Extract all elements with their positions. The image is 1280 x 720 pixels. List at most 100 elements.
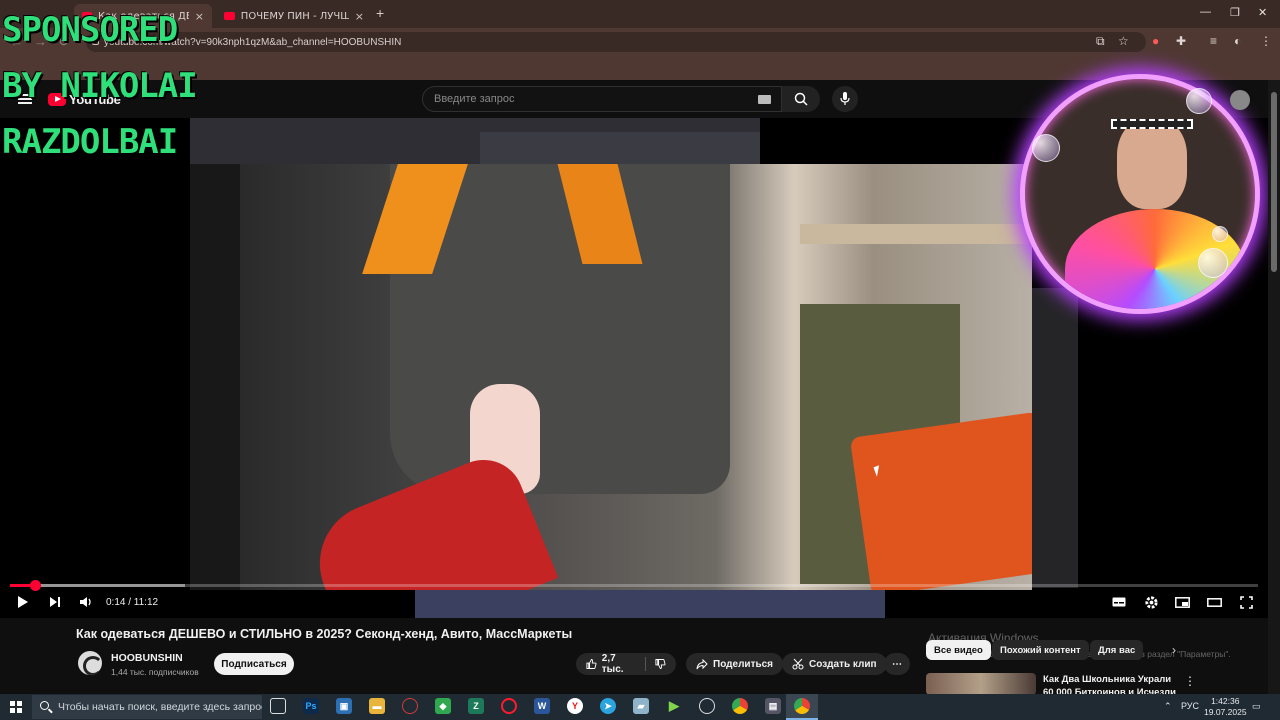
system-clock[interactable]: 1:42:36 19.07.2025: [1204, 696, 1247, 718]
subtitles-icon: [1112, 597, 1126, 607]
thumbs-up-icon[interactable]: [586, 658, 597, 670]
more-options-icon[interactable]: ⋮: [1184, 674, 1196, 688]
taskbar-search-input[interactable]: Чтобы начать поиск, введите здесь запрос: [32, 695, 262, 719]
video-frame: [240, 164, 1032, 590]
share-button[interactable]: Поделиться: [686, 653, 784, 675]
keyboard-icon[interactable]: [758, 95, 771, 104]
extension-icon[interactable]: ●: [1152, 34, 1159, 48]
subtitles-button[interactable]: [1110, 594, 1128, 610]
profile-icon[interactable]: ◐: [1234, 34, 1241, 48]
search-button[interactable]: [782, 86, 820, 112]
more-actions-button[interactable]: ⋯: [884, 653, 910, 675]
yandex-browser-icon[interactable]: Y: [567, 698, 583, 714]
play-button[interactable]: [14, 594, 32, 610]
close-tab-icon[interactable]: ×: [355, 10, 364, 23]
pixelated-blur: [480, 132, 760, 164]
browser-menu-icon[interactable]: ⋮: [1260, 34, 1272, 48]
divider: [645, 657, 647, 671]
like-dislike-group: 2,7 тыс.: [576, 653, 676, 675]
video-content: [849, 411, 1032, 590]
monitor-app-icon[interactable]: ▤: [765, 698, 781, 714]
telegram-icon[interactable]: ➤: [600, 698, 616, 714]
pixelated-blur: [1032, 288, 1078, 588]
next-icon: [50, 597, 60, 607]
new-tab-button[interactable]: +: [376, 5, 384, 21]
gear-icon: [1144, 595, 1158, 609]
app-window-icon[interactable]: ▣: [336, 698, 352, 714]
task-view-icon[interactable]: [270, 698, 286, 714]
chip-for-you[interactable]: Для вас: [1090, 640, 1144, 660]
chip-related[interactable]: Похожий контент: [992, 640, 1089, 660]
youtube-favicon-icon: [224, 12, 235, 20]
chrome-icon[interactable]: [794, 698, 810, 714]
opera-gx-icon[interactable]: [402, 698, 418, 714]
play-icon: [18, 596, 28, 608]
install-app-icon[interactable]: ⧉: [1096, 34, 1105, 49]
bookmark-star-icon[interactable]: ☆: [1118, 34, 1129, 48]
theater-icon: [1206, 597, 1222, 607]
scrollbar-thumb[interactable]: [1271, 92, 1277, 272]
share-label: Поделиться: [713, 658, 774, 670]
streamer-webcam: [1020, 74, 1260, 314]
sponsor-overlay-text: SPONSORED BY NIKOLAI RAZDOLBAI: [2, 2, 198, 170]
page-scrollbar[interactable]: [1268, 80, 1280, 694]
bubble-decoration: [1198, 248, 1228, 278]
volume-button[interactable]: [76, 594, 96, 610]
chevron-right-icon[interactable]: ›: [1172, 643, 1176, 657]
tray-chevron-up-icon[interactable]: ⌃: [1164, 701, 1172, 712]
photoshop-icon[interactable]: Ps: [303, 698, 319, 714]
tab-label: ПОЧЕМУ ПИН - ЛУЧШИЙ СМ...: [240, 10, 349, 22]
sponsor-line: SPONSORED: [2, 10, 178, 50]
address-bar[interactable]: youtube.com/watch?v=90k3nph1qzM&ab_chann…: [86, 32, 1146, 52]
chip-all-videos[interactable]: Все видео: [926, 640, 991, 660]
fullscreen-icon: [1239, 595, 1253, 609]
green-app-icon[interactable]: Z: [468, 698, 484, 714]
mic-button[interactable]: [832, 86, 858, 112]
recommendation-title[interactable]: Как Два Школьника Украли 60 000 Биткоино…: [1043, 673, 1183, 695]
create-clip-button[interactable]: Создать клип: [782, 653, 887, 675]
language-indicator[interactable]: РУС: [1181, 701, 1199, 711]
like-count[interactable]: 2,7 тыс.: [602, 653, 637, 675]
scrubber-handle[interactable]: [29, 580, 41, 591]
search-input[interactable]: Введите запрос: [422, 86, 782, 112]
sponsor-line: RAZDOLBAI: [2, 122, 178, 162]
theater-mode-button[interactable]: [1205, 594, 1223, 610]
taskbar-search-placeholder: Чтобы начать поиск, введите здесь запрос: [58, 701, 262, 713]
fullscreen-button[interactable]: [1237, 594, 1255, 610]
notes-app-icon[interactable]: ▰: [633, 698, 649, 714]
subscriber-count: 1,44 тыс. подписчиков: [111, 667, 199, 677]
opera-icon[interactable]: [501, 698, 517, 714]
miniplayer-button[interactable]: [1173, 594, 1191, 610]
file-explorer-icon[interactable]: ▬: [369, 698, 385, 714]
bubble-decoration: [1186, 88, 1212, 114]
obs-icon[interactable]: [699, 698, 715, 714]
account-avatar[interactable]: [1230, 90, 1250, 110]
media-player-icon[interactable]: ▶: [666, 698, 682, 714]
subscribe-button[interactable]: Подписаться: [214, 653, 294, 675]
recommendation-thumbnail[interactable]: [926, 673, 1036, 695]
windows-start-icon[interactable]: [10, 701, 22, 713]
chrome-icon[interactable]: [732, 698, 748, 714]
extensions-puzzle-icon[interactable]: ✚: [1176, 34, 1186, 48]
channel-name[interactable]: HOOBUNSHIN: [111, 652, 183, 664]
channel-avatar[interactable]: [78, 651, 102, 675]
colorful-app-icon[interactable]: ◆: [435, 698, 451, 714]
close-window-icon[interactable]: ✕: [1258, 6, 1267, 19]
bubble-decoration: [1032, 134, 1060, 162]
miniplayer-icon: [1174, 596, 1190, 608]
settings-button[interactable]: [1141, 594, 1161, 610]
next-button[interactable]: [46, 594, 64, 610]
search-icon: [40, 701, 49, 710]
browser-tab[interactable]: ПОЧЕМУ ПИН - ЛУЧШИЙ СМ... ×: [216, 4, 372, 28]
restore-icon[interactable]: ❐: [1230, 6, 1240, 19]
webcam-content: [1117, 119, 1187, 209]
progress-bar[interactable]: [10, 580, 1258, 591]
video-content: [800, 224, 1032, 244]
thumbs-down-icon[interactable]: [655, 658, 666, 670]
webcam-content: [1111, 119, 1193, 129]
search-icon: [794, 92, 808, 106]
minimize-icon[interactable]: —: [1200, 6, 1211, 18]
word-icon[interactable]: W: [534, 698, 550, 714]
reading-list-icon[interactable]: ≡: [1210, 34, 1217, 48]
notifications-icon[interactable]: ▭: [1252, 701, 1261, 712]
